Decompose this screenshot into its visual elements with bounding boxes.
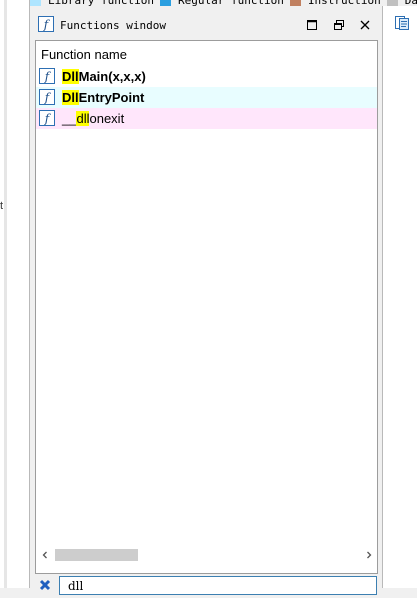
function-name: DllMain(x,x,x) [62,69,146,84]
functions-list-panel: Function name f DllMain(x,x,x) f DllEntryPo… [35,40,378,574]
column-header-function-name[interactable]: Function name [41,47,127,62]
scroll-right-icon[interactable] [360,546,377,563]
scrollbar-track[interactable] [53,546,360,563]
restore-icon[interactable] [332,18,346,32]
legend-item: Regular function [159,0,284,6]
function-f-icon: f [39,68,55,84]
function-name: DllEntryPoint [62,90,144,105]
legend-swatch [159,0,171,6]
legend-swatch [386,0,398,6]
functions-window: f Functions window Function name f DllMa… [34,12,379,598]
legend-item: Library function [30,0,154,6]
legend-label: Regular function [178,0,284,6]
left-panel-edge: t [0,0,30,588]
document-icon[interactable] [393,14,411,32]
right-panel-edge [382,0,417,588]
maximize-icon[interactable] [305,18,319,32]
function-name-prefix: __ [62,111,77,126]
legend-item: Instruction [289,0,381,6]
legend-label: Data [405,0,417,6]
functions-window-title: Functions window [60,19,166,32]
function-name-rest: onexit [89,111,125,126]
legend-swatch [289,0,301,6]
legend-swatch [30,0,41,6]
scroll-left-icon[interactable] [36,546,53,563]
close-icon[interactable] [358,18,372,32]
legend-item: Data [386,0,417,6]
legend-label: Library function [48,0,154,6]
function-row[interactable]: f __dllonexit [36,108,377,129]
left-panel-scroll-strip [4,0,7,588]
filter-input[interactable] [59,576,377,595]
function-f-icon: f [39,110,55,126]
left-panel-text-fragment: t [0,200,4,212]
filter-bar [34,574,379,598]
search-match-highlight: Dll [62,90,79,105]
horizontal-scrollbar[interactable] [36,546,377,563]
search-match-highlight: dll [76,111,90,126]
scrollbar-thumb[interactable] [55,549,138,561]
functions-window-titlebar[interactable]: f Functions window [34,12,379,39]
legend-label: Instruction [308,0,381,6]
function-name-rest: EntryPoint [78,90,145,105]
function-name: __dllonexit [62,111,124,126]
color-legend: Library function Regular function Instruct… [30,0,417,6]
function-f-icon: f [39,89,55,105]
function-row[interactable]: f DllEntryPoint [36,87,377,108]
function-f-icon: f [38,16,54,32]
function-row[interactable]: f DllMain(x,x,x) [36,66,377,87]
clear-filter-icon[interactable] [38,578,52,592]
search-match-highlight: Dll [62,69,79,84]
function-name-rest: Main(x,x,x) [78,69,146,84]
